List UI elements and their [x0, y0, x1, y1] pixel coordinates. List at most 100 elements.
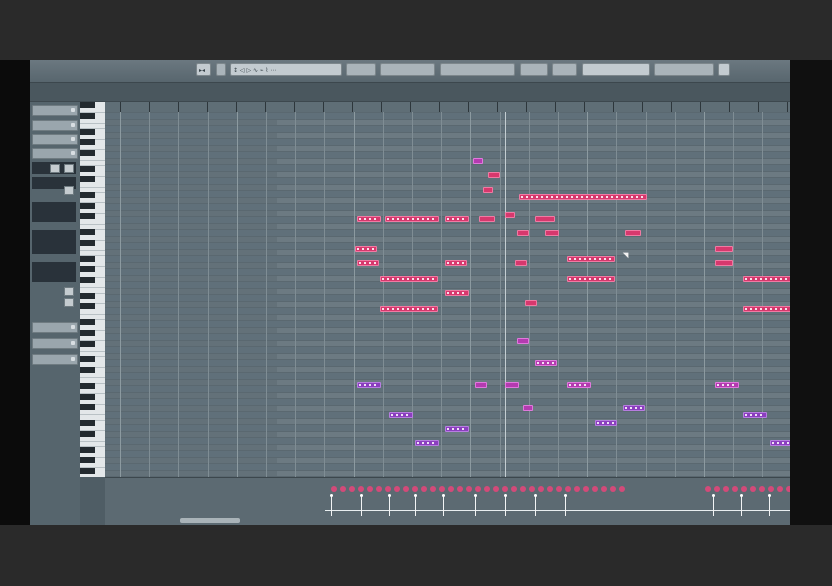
velocity-bar[interactable] [504, 494, 507, 516]
black-key[interactable] [80, 367, 95, 373]
controller-event[interactable] [457, 486, 463, 492]
midi-note[interactable] [355, 246, 377, 252]
controller-event[interactable] [430, 486, 436, 492]
midi-note[interactable] [770, 440, 790, 446]
controller-event[interactable] [475, 486, 481, 492]
velocity-bar[interactable] [474, 494, 477, 516]
velocity-bar[interactable] [388, 494, 391, 516]
black-key[interactable] [80, 276, 95, 283]
velocity-bar[interactable] [712, 494, 715, 516]
midi-note[interactable] [715, 382, 739, 388]
midi-note[interactable] [505, 382, 519, 388]
velocity-bar[interactable] [534, 494, 537, 516]
black-key[interactable] [80, 303, 95, 310]
black-key[interactable] [80, 329, 95, 336]
inspector-button-2[interactable] [32, 120, 78, 131]
toolbar-close-button[interactable] [718, 63, 730, 76]
midi-note[interactable] [385, 216, 439, 222]
controller-event[interactable] [340, 486, 346, 492]
controller-event[interactable] [556, 486, 562, 492]
midi-note[interactable] [595, 420, 617, 426]
black-key[interactable] [80, 149, 95, 156]
midi-note[interactable] [535, 216, 555, 222]
controller-event[interactable] [547, 486, 553, 492]
controller-event[interactable] [768, 486, 774, 492]
midi-note[interactable] [623, 405, 645, 411]
midi-note[interactable] [389, 412, 413, 418]
playback-cursor[interactable] [505, 112, 506, 477]
black-key[interactable] [80, 255, 95, 262]
toolbar-tool-buttons[interactable]: ↕ ◁ ▷ ∿ ⌁ ⌇ ⋯ [230, 63, 342, 76]
black-key[interactable] [80, 192, 95, 199]
controller-event[interactable] [385, 486, 391, 492]
velocity-bar[interactable] [330, 494, 333, 516]
inspector-toggle-2[interactable] [64, 164, 74, 173]
controller-event[interactable] [349, 486, 355, 492]
midi-note[interactable] [567, 276, 615, 282]
midi-note[interactable] [483, 187, 493, 193]
controller-event[interactable] [750, 486, 756, 492]
horizontal-scrollbar[interactable] [180, 518, 240, 523]
midi-note[interactable] [380, 276, 438, 282]
controller-event[interactable] [732, 486, 738, 492]
controller-event[interactable] [601, 486, 607, 492]
controller-event[interactable] [592, 486, 598, 492]
black-key[interactable] [80, 319, 95, 326]
midi-note[interactable] [535, 360, 557, 366]
black-key[interactable] [80, 176, 95, 183]
velocity-bar[interactable] [768, 494, 771, 516]
controller-event[interactable] [493, 486, 499, 492]
controller-event[interactable] [403, 486, 409, 492]
toolbar-length-select[interactable] [380, 63, 435, 76]
midi-note[interactable] [743, 276, 790, 282]
controller-event[interactable] [439, 486, 445, 492]
midi-note[interactable] [380, 306, 438, 312]
black-key[interactable] [80, 404, 95, 411]
midi-note[interactable] [517, 338, 529, 344]
black-key[interactable] [80, 340, 95, 347]
inspector-button-3[interactable] [32, 134, 78, 145]
inspector-button-1[interactable] [32, 105, 78, 116]
velocity-bar[interactable] [414, 494, 417, 516]
velocity-bar[interactable] [564, 494, 567, 516]
midi-note[interactable] [445, 426, 469, 432]
black-key[interactable] [80, 213, 95, 220]
black-key[interactable] [80, 457, 95, 464]
black-key[interactable] [80, 292, 95, 299]
note-grid[interactable] [105, 112, 790, 477]
midi-note[interactable] [523, 405, 533, 411]
midi-note[interactable] [445, 216, 469, 222]
toolbar-edit-select[interactable] [654, 63, 714, 76]
controller-event[interactable] [529, 486, 535, 492]
controller-event[interactable] [466, 486, 472, 492]
midi-note[interactable] [415, 440, 439, 446]
midi-note[interactable] [715, 260, 733, 266]
controller-event[interactable] [376, 486, 382, 492]
controller-event[interactable] [777, 486, 783, 492]
midi-note[interactable] [715, 246, 733, 252]
midi-note[interactable] [519, 194, 647, 200]
black-key[interactable] [80, 202, 95, 209]
black-key[interactable] [80, 430, 95, 437]
midi-note[interactable] [445, 290, 469, 296]
toolbar-solo-button[interactable]: ▸◂ [196, 63, 211, 76]
controller-event[interactable] [358, 486, 364, 492]
controller-event[interactable] [574, 486, 580, 492]
inspector-fader[interactable] [32, 230, 76, 254]
midi-note[interactable] [743, 412, 767, 418]
midi-note[interactable] [479, 216, 495, 222]
velocity-bar[interactable] [442, 494, 445, 516]
controller-event[interactable] [714, 486, 720, 492]
midi-note[interactable] [505, 212, 515, 218]
midi-note[interactable] [445, 260, 467, 266]
inspector-toggle-4[interactable] [64, 287, 74, 296]
black-key[interactable] [80, 102, 95, 108]
controller-event[interactable] [448, 486, 454, 492]
controller-event[interactable] [421, 486, 427, 492]
midi-note[interactable] [525, 300, 537, 306]
controller-event[interactable] [331, 486, 337, 492]
black-key[interactable] [80, 266, 95, 273]
controller-event[interactable] [583, 486, 589, 492]
black-key[interactable] [80, 382, 95, 389]
black-key[interactable] [80, 393, 95, 400]
